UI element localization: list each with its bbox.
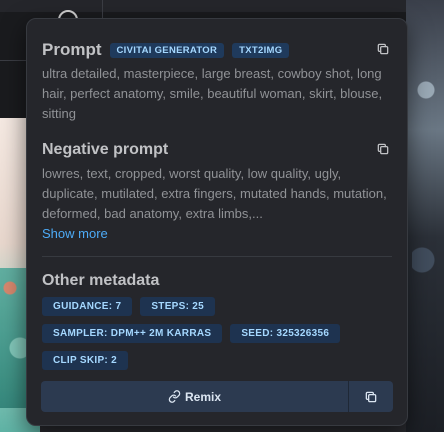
link-icon <box>168 390 181 403</box>
copy-prompt-button[interactable] <box>376 42 392 58</box>
prompt-text: ultra detailed, masterpiece, large breas… <box>42 66 383 121</box>
chip-clip-skip: CLIP SKIP: 2 <box>42 351 128 370</box>
remix-label: Remix <box>184 389 222 404</box>
chip-sampler: SAMPLER: DPM++ 2M KARRAS <box>42 324 223 343</box>
copy-icon <box>377 143 389 155</box>
chip-guidance: GUIDANCE: 7 <box>42 297 133 316</box>
section-divider <box>42 256 392 257</box>
background-divider <box>102 0 103 18</box>
copy-negative-prompt-button[interactable] <box>376 142 392 158</box>
background-image-right <box>406 0 444 432</box>
chip-seed: SEED: 325326356 <box>230 324 341 343</box>
show-more-link[interactable]: Show more <box>42 225 392 243</box>
copy-icon <box>377 43 389 55</box>
negative-prompt-text: lowres, text, cropped, worst quality, lo… <box>42 166 387 221</box>
remix-button-group: Remix <box>41 381 393 412</box>
badge-txt2img: TXT2IMG <box>232 42 290 58</box>
remix-button[interactable]: Remix <box>41 381 348 412</box>
negative-prompt-section: Negative prompt lowres, text, cropped, w… <box>42 139 392 243</box>
prompt-section: Prompt CIVITAI GENERATOR TXT2IMG ultra d… <box>42 39 392 124</box>
metadata-chips: GUIDANCE: 7 STEPS: 25 SAMPLER: DPM++ 2M … <box>42 297 392 370</box>
badge-generator: CIVITAI GENERATOR <box>109 42 225 58</box>
generation-data-popover: Prompt CIVITAI GENERATOR TXT2IMG ultra d… <box>26 18 408 426</box>
copy-generation-data-button[interactable] <box>349 381 393 412</box>
chip-steps: STEPS: 25 <box>140 297 216 316</box>
other-metadata-section: Other metadata GUIDANCE: 7 STEPS: 25 SAM… <box>42 270 392 370</box>
negative-prompt-title: Negative prompt <box>42 141 169 158</box>
other-metadata-title: Other metadata <box>42 272 160 289</box>
prompt-title: Prompt <box>42 40 102 59</box>
copy-icon <box>365 391 377 402</box>
